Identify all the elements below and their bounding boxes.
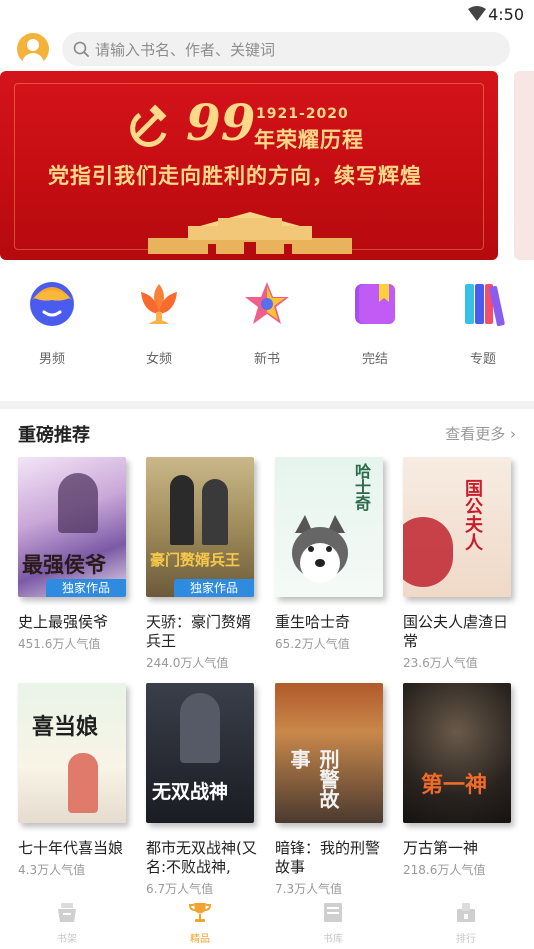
book-card[interactable]: 喜当娘 七十年代喜当娘 4.3万人气值	[18, 683, 130, 878]
book-card[interactable]: 无双战神 都市无双战神(又名:不败战神,主... 6.7万人气值	[146, 683, 258, 897]
bottom-tab-bar: 书架 精品 书库 排行	[0, 896, 534, 949]
book-card[interactable]: 第一神 万古第一神 218.6万人气值	[403, 683, 515, 878]
book-card[interactable]: 最强侯爷 独家作品 史上最强侯爷 451.6万人气值	[18, 457, 130, 652]
search-icon	[73, 41, 89, 57]
topic-books-icon	[465, 284, 505, 327]
category-label: 男频	[38, 352, 65, 367]
cover-title: 哈士奇	[352, 463, 371, 511]
book-popularity: 4.3万人气值	[18, 863, 86, 877]
book-popularity: 451.6万人气值	[18, 637, 101, 651]
banner-years: 1921-2020	[256, 106, 349, 122]
banner-slogan: 党指引我们走向胜利的方向，续写辉煌	[48, 164, 422, 188]
tab-label: 书库	[323, 934, 343, 945]
new-book-star-icon	[245, 282, 289, 324]
cover-title: 刑警故事	[287, 749, 340, 809]
bookshelf-icon	[58, 903, 76, 922]
search-placeholder: 请输入书名、作者、关键词	[95, 41, 276, 59]
book-cover: 最强侯爷 独家作品	[18, 457, 126, 597]
book-title: 万古第一神	[403, 839, 479, 857]
tab-ranking[interactable]: 排行	[436, 900, 496, 945]
next-banner-peek[interactable]	[514, 71, 534, 260]
book-card[interactable]: 哈士奇 重生哈士奇 65.2万人气值	[275, 457, 387, 652]
library-icon	[324, 903, 342, 922]
book-popularity: 7.3万人气值	[275, 882, 343, 896]
category-topic[interactable]: 专题	[448, 278, 518, 367]
book-card[interactable]: 刑警故事 暗锋：我的刑警故事 7.3万人气值	[275, 683, 387, 897]
cover-title: 豪门赘婿兵王	[150, 551, 241, 569]
banner-honor: 年荣耀历程	[254, 128, 364, 152]
book-cover: 国公夫人	[403, 457, 511, 597]
tab-label: 精品	[190, 934, 210, 945]
cover-title: 喜当娘	[32, 714, 99, 740]
book-card[interactable]: 豪门赘婿兵王 独家作品 天骄：豪门赘婿兵王 244.0万人气值	[146, 457, 258, 671]
ranking-icon	[457, 903, 475, 922]
tab-library[interactable]: 书库	[303, 900, 363, 945]
cover-title: 最强侯爷	[22, 552, 106, 577]
category-label: 完结	[361, 352, 388, 367]
view-more-link[interactable]: 查看更多 ›	[445, 423, 516, 444]
category-new[interactable]: 新书	[232, 278, 302, 367]
search-bar[interactable]: 请输入书名、作者、关键词	[62, 32, 510, 66]
tab-label: 书架	[57, 934, 77, 945]
male-channel-icon	[30, 282, 74, 326]
book-popularity: 6.7万人气值	[146, 882, 214, 896]
status-bar: 4:50	[0, 0, 534, 28]
book-popularity: 23.6万人气值	[403, 656, 478, 670]
cover-title: 第一神	[421, 772, 488, 798]
book-title: 七十年代喜当娘	[18, 839, 124, 857]
exclusive-badge: 独家作品	[46, 579, 126, 597]
tiananmen-gate-illustration	[148, 212, 352, 254]
wifi-icon	[468, 6, 486, 21]
book-popularity: 65.2万人气值	[275, 637, 350, 651]
cover-title: 国公夫人	[462, 479, 483, 551]
book-cover: 豪门赘婿兵王 独家作品	[146, 457, 254, 597]
book-title: 国公夫人虐渣日常	[403, 613, 509, 650]
tab-label: 排行	[456, 934, 476, 945]
tab-featured[interactable]: 精品	[170, 900, 230, 945]
user-avatar[interactable]	[17, 33, 49, 65]
book-card[interactable]: 国公夫人 国公夫人虐渣日常 23.6万人气值	[403, 457, 515, 671]
section-title: 重磅推荐	[18, 425, 90, 446]
hammer-sickle-icon	[130, 104, 167, 147]
book-title: 史上最强侯爷	[18, 613, 109, 631]
completed-book-icon	[355, 284, 395, 324]
status-time: 4:50	[488, 5, 524, 24]
category-label: 女频	[145, 352, 172, 367]
category-label: 专题	[469, 352, 496, 367]
book-popularity: 218.6万人气值	[403, 863, 486, 877]
section-divider	[0, 401, 534, 409]
book-cover: 哈士奇	[275, 457, 383, 597]
category-female[interactable]: 女频	[124, 278, 194, 367]
book-title: 天骄：豪门赘婿兵王	[146, 613, 252, 650]
book-cover: 喜当娘	[18, 683, 126, 823]
category-label: 新书	[253, 352, 280, 367]
trophy-icon	[188, 903, 212, 922]
book-cover: 第一神	[403, 683, 511, 823]
category-male[interactable]: 男频	[17, 278, 87, 367]
category-completed[interactable]: 完结	[340, 278, 410, 367]
book-title: 暗锋：我的刑警故事	[275, 839, 381, 876]
book-cover: 无双战神	[146, 683, 254, 823]
banner-number: 99	[186, 93, 256, 152]
book-title: 重生哈士奇	[275, 613, 351, 631]
cover-title: 无双战神	[152, 781, 229, 803]
book-cover: 刑警故事	[275, 683, 383, 823]
female-channel-icon	[141, 284, 177, 324]
tab-bookshelf[interactable]: 书架	[37, 900, 97, 945]
book-title: 都市无双战神(又名:不败战神,主...	[146, 839, 257, 876]
exclusive-badge: 独家作品	[174, 579, 254, 597]
book-popularity: 244.0万人气值	[146, 656, 229, 670]
